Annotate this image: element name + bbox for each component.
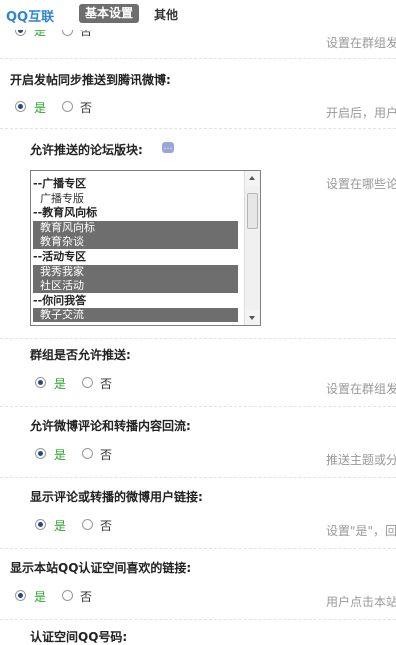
qzone-like-no-label: 否 <box>80 590 93 604</box>
weibo-push-label: 开启发帖同步推送到腾讯微博: <box>10 73 171 87</box>
qzone-like-radio-yes[interactable] <box>15 590 26 601</box>
divider <box>0 338 396 339</box>
user-link-yes-label: 是 <box>54 519 67 533</box>
divider <box>0 406 396 407</box>
forum-option[interactable]: 广播专版 <box>33 192 238 206</box>
qzone-like-yes-label: 是 <box>34 590 47 604</box>
group-push-label: 群组是否允许推送: <box>30 348 131 362</box>
user-link-hint: 设置"是"，回 <box>326 524 396 538</box>
top-partial-yes-label: 是 <box>34 30 47 38</box>
forum-option[interactable]: 社区活动 <box>33 279 238 294</box>
forum-group-option: --活动专区 <box>33 250 87 263</box>
weibo-push-radio-no[interactable] <box>62 101 73 112</box>
user-link-label: 显示评论或转播的微博用户链接: <box>30 490 203 504</box>
top-bar: QQ互联 基本设置 其他 <box>0 0 396 30</box>
divider <box>0 619 396 620</box>
scroll-thumb[interactable] <box>247 193 258 229</box>
forum-group-option: --广播专区 <box>33 177 87 190</box>
group-push-no-label: 否 <box>100 377 113 391</box>
forum-option[interactable]: 教子交流 <box>33 308 238 323</box>
forum-multiselect[interactable]: --广播专区 广播专版 --教育风向标 教育风向标 教育杂谈 --活动专区 我秀我家… <box>30 170 261 326</box>
top-partial-radio-yes[interactable] <box>15 30 26 36</box>
divider <box>0 477 396 478</box>
qzone-qq-number-label: 认证空间QQ号码: <box>30 630 128 644</box>
weibo-push-yes-label: 是 <box>34 101 47 115</box>
listbox-scrollbar[interactable] <box>244 171 260 325</box>
forum-group-option: --教育风向标 <box>33 206 98 220</box>
tab-other[interactable]: 其他 <box>154 6 178 23</box>
forum-group-option: --你问我答 <box>33 293 87 307</box>
user-link-no-label: 否 <box>100 519 113 533</box>
user-link-radio-no[interactable] <box>82 519 93 530</box>
comment-return-label: 允许微博评论和转播内容回流: <box>30 419 191 433</box>
group-push-yes-label: 是 <box>54 377 67 391</box>
qzone-like-hint: 用户点击本站 <box>326 595 396 609</box>
divider <box>0 548 396 549</box>
divider <box>0 58 396 59</box>
weibo-push-no-label: 否 <box>80 101 93 115</box>
forum-option[interactable]: 教育风向标 <box>33 220 238 235</box>
qzone-like-radio-no[interactable] <box>62 590 73 601</box>
help-bubble-icon[interactable]: … <box>162 142 174 153</box>
forums-hint: 设置在哪些论 <box>326 177 396 191</box>
comment-return-radio-yes[interactable] <box>35 448 46 459</box>
group-push-hint: 设置在群组发 <box>326 382 396 396</box>
comment-return-radio-no[interactable] <box>82 448 93 459</box>
user-link-radio-yes[interactable] <box>35 519 46 530</box>
top-partial-no-label: 否 <box>80 30 93 38</box>
forums-label: 允许推送的论坛版块: <box>30 143 143 157</box>
scroll-down-arrow-icon[interactable] <box>245 310 260 325</box>
brand-title: QQ互联 <box>6 10 55 25</box>
group-push-radio-yes[interactable] <box>35 377 46 388</box>
comment-return-yes-label: 是 <box>54 448 67 462</box>
forum-option[interactable]: 教育杂谈 <box>33 235 238 250</box>
group-push-radio-no[interactable] <box>82 377 93 388</box>
weibo-push-radio-yes[interactable] <box>15 101 26 112</box>
partial-row-top: 是 否 设置在群组发 <box>0 30 396 58</box>
top-partial-hint: 设置在群组发 <box>326 36 396 50</box>
top-partial-radio-no[interactable] <box>62 30 73 36</box>
qzone-like-label: 显示本站QQ认证空间喜欢的链接: <box>10 561 192 575</box>
comment-return-hint: 推送主题或分 <box>326 453 396 467</box>
comment-return-no-label: 否 <box>100 448 113 462</box>
weibo-push-hint: 开启后，用户 <box>326 106 396 120</box>
scroll-up-arrow-icon[interactable] <box>245 171 260 186</box>
forum-option[interactable]: 我秀我家 <box>33 264 238 279</box>
tab-basic-settings[interactable]: 基本设置 <box>79 4 140 23</box>
divider <box>0 128 396 129</box>
